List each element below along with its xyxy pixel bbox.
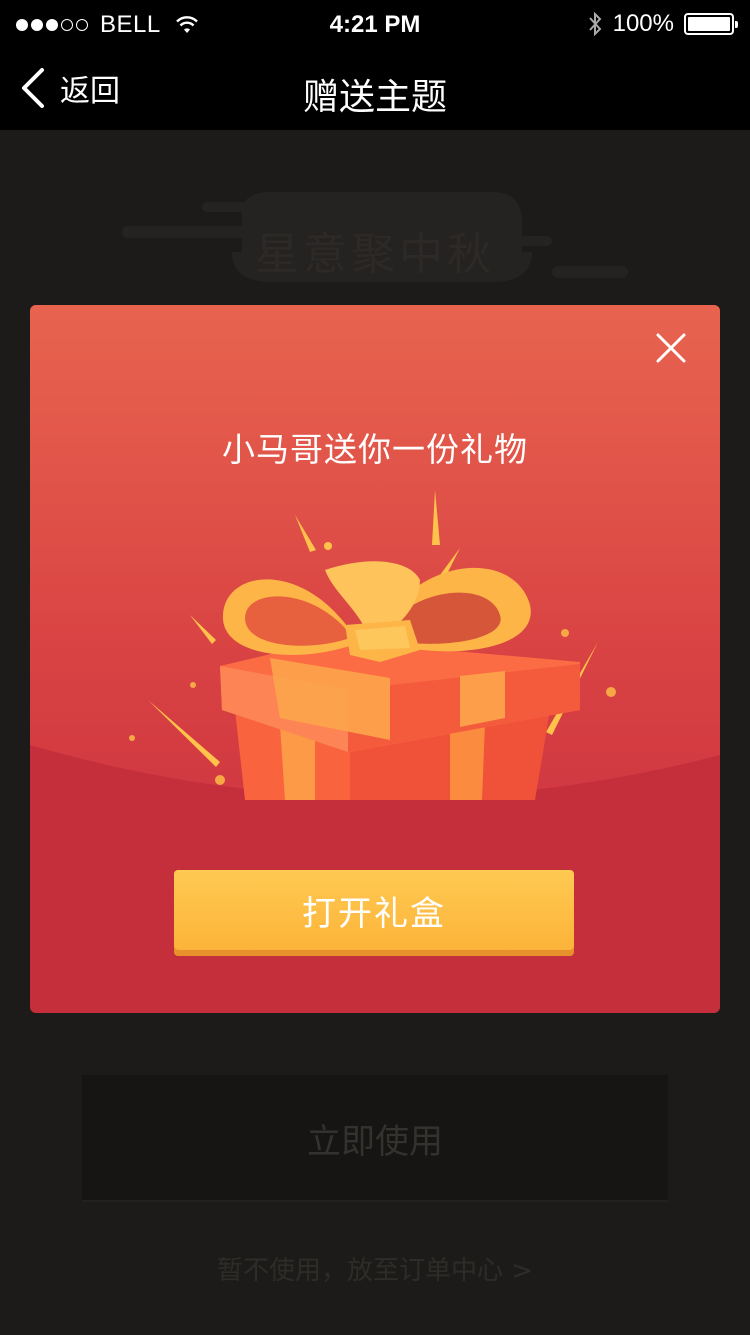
status-right: 100% — [587, 10, 738, 38]
status-bar: BELL 4:21 PM 100% — [0, 0, 750, 48]
banner-title: 星意聚中秋 — [255, 230, 495, 279]
nav-bar: 返回 赠送主题 — [0, 48, 750, 130]
modal-title: 小马哥送你一份礼物 — [222, 430, 528, 469]
use-now-button: 立即使用 — [82, 1075, 668, 1201]
later-link: 暂不使用，放至订单中心 > — [216, 1256, 534, 1286]
battery-tip — [735, 21, 738, 28]
gift-box-icon — [129, 490, 616, 800]
gift-modal: 小马哥送你一份礼物 打开礼盒 — [30, 305, 720, 1013]
divider — [82, 1200, 668, 1202]
close-icon[interactable] — [654, 331, 688, 365]
open-gift-button[interactable]: 打开礼盒 — [174, 870, 574, 950]
bluetooth-icon — [588, 11, 601, 37]
battery-percent: 100% — [612, 10, 674, 37]
battery-icon — [684, 13, 738, 35]
battery-level — [688, 17, 730, 31]
page-title: 赠送主题 — [302, 77, 447, 118]
